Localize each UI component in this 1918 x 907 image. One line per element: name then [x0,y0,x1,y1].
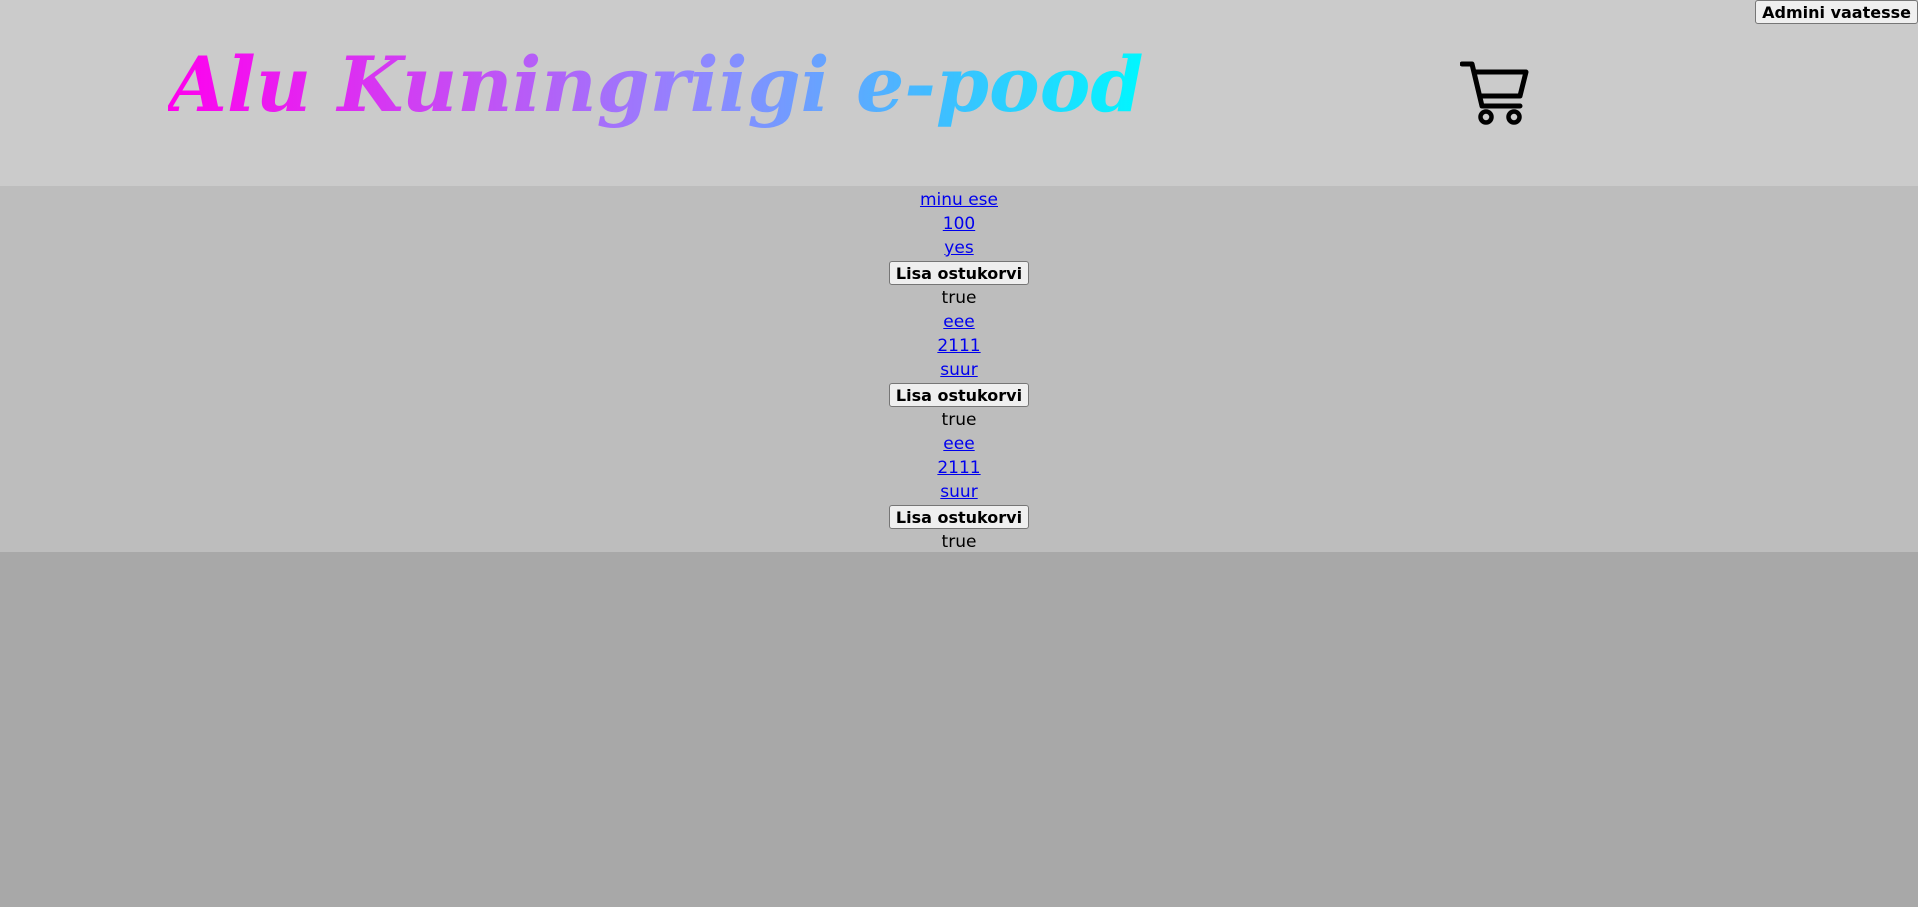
product-category-link[interactable]: suur [940,360,977,380]
admin-view-button[interactable]: Admini vaatesse [1755,0,1918,24]
add-to-cart-button[interactable]: Lisa ostukorvi [888,261,1030,285]
product-price-link[interactable]: 2111 [937,336,980,356]
product-price-link[interactable]: 2111 [937,458,980,478]
product-item: eee 2111 suur Lisa ostukorvi true [0,310,1918,432]
product-status: true [941,410,977,430]
product-category-link[interactable]: yes [944,238,973,258]
product-name-link[interactable]: eee [943,434,974,454]
product-list: minu ese 100 yes Lisa ostukorvi true eee… [0,186,1918,552]
add-to-cart-button[interactable]: Lisa ostukorvi [888,505,1030,529]
product-status: true [941,288,977,308]
product-price-link[interactable]: 100 [943,214,975,234]
product-name-link[interactable]: eee [943,312,974,332]
product-item: minu ese 100 yes Lisa ostukorvi true [0,188,1918,310]
product-category-link[interactable]: suur [940,482,977,502]
page-title: Alu Kuningriigi e-pood [168,40,1144,129]
header: Alu Kuningriigi e-pood Admini vaatesse [0,0,1918,186]
add-to-cart-button[interactable]: Lisa ostukorvi [888,383,1030,407]
product-name-link[interactable]: minu ese [920,190,998,210]
product-item: eee 2111 suur Lisa ostukorvi true [0,432,1918,554]
product-status: true [941,532,977,552]
shopping-cart-icon[interactable] [1460,60,1530,126]
